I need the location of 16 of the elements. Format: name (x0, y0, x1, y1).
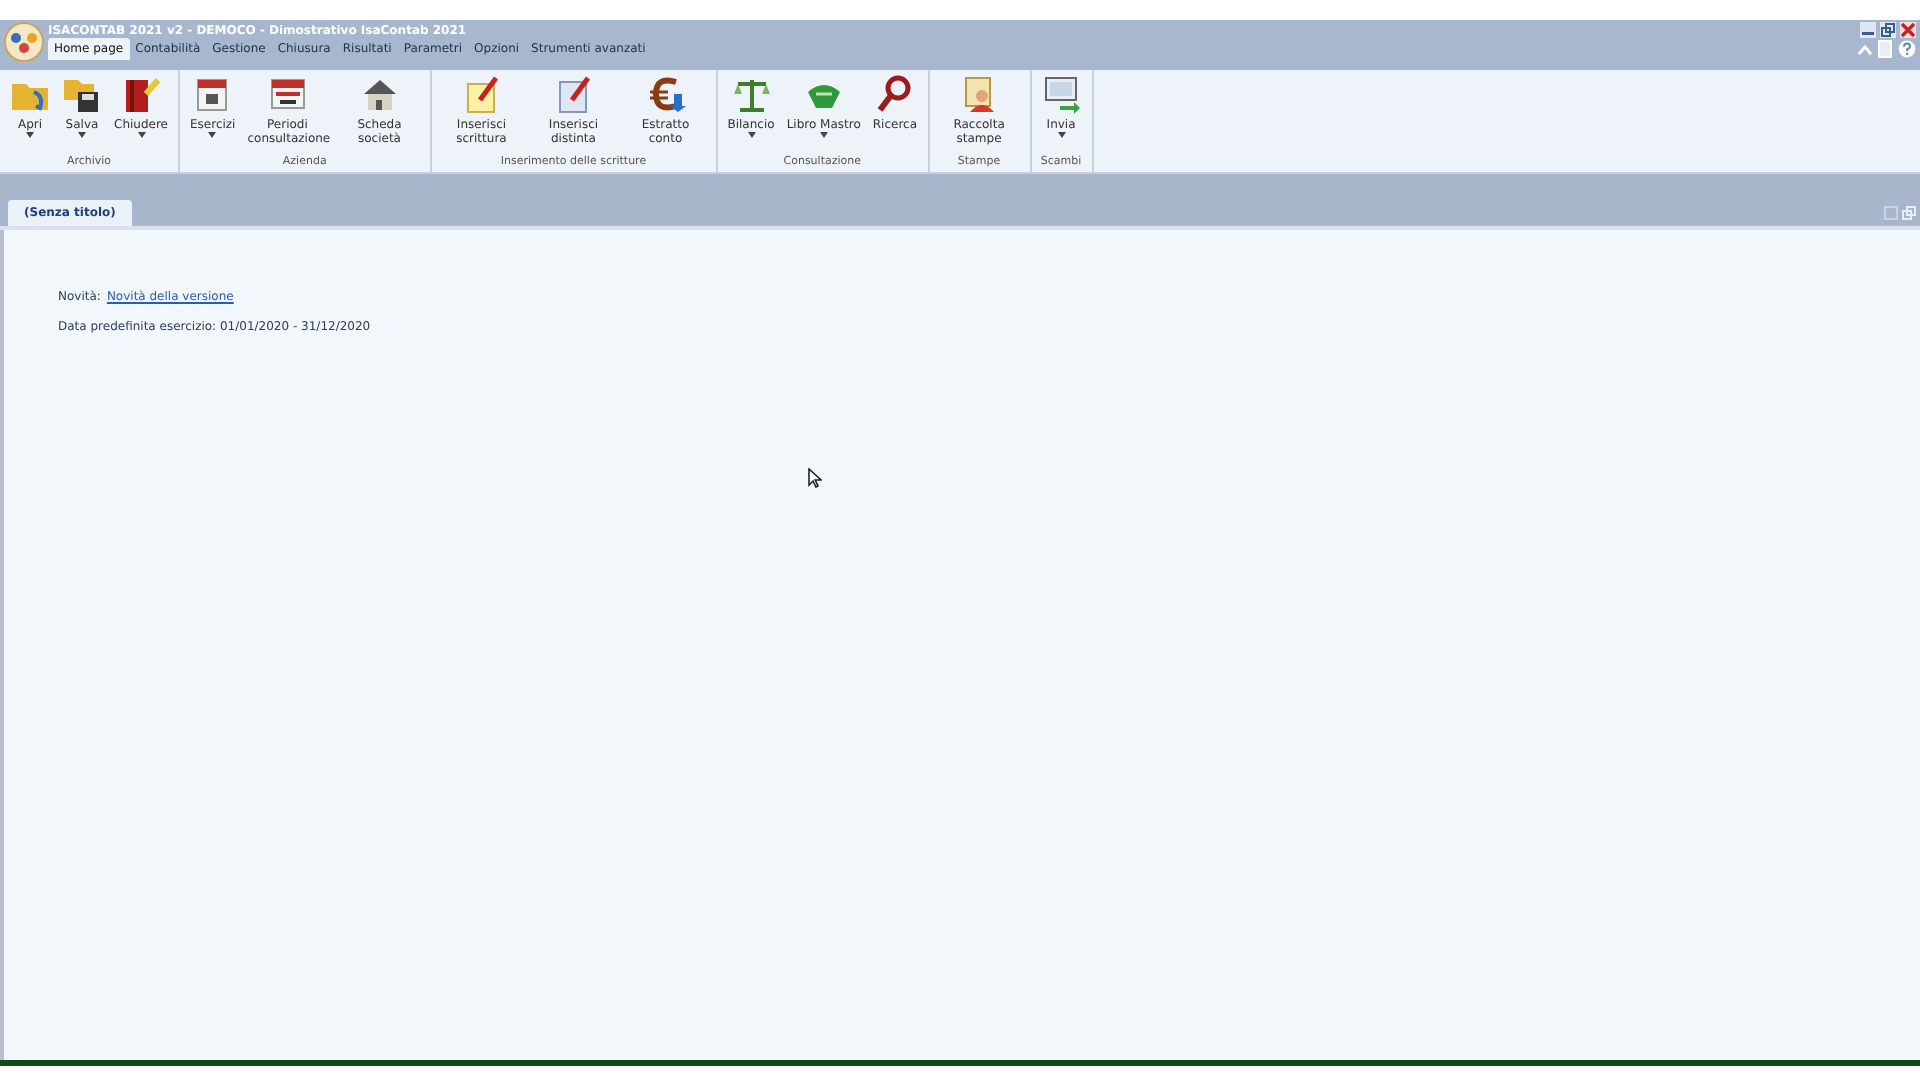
person-icon (959, 74, 1000, 114)
disk-icon (62, 74, 102, 114)
house-icon (359, 74, 400, 114)
search-icon (874, 74, 915, 114)
cursor-icon (808, 468, 822, 488)
help-icon[interactable] (1898, 40, 1916, 58)
collapse-icon[interactable] (1858, 43, 1872, 55)
restore-icon[interactable] (1880, 22, 1896, 38)
euro-icon (645, 74, 686, 114)
note-icon (461, 74, 502, 114)
minimize-icon[interactable] (1860, 22, 1876, 38)
scales-icon (731, 74, 772, 114)
doc-icon (553, 74, 594, 114)
logo-icon[interactable] (4, 22, 44, 62)
book-icon (121, 74, 161, 114)
close-icon[interactable] (1900, 22, 1916, 38)
